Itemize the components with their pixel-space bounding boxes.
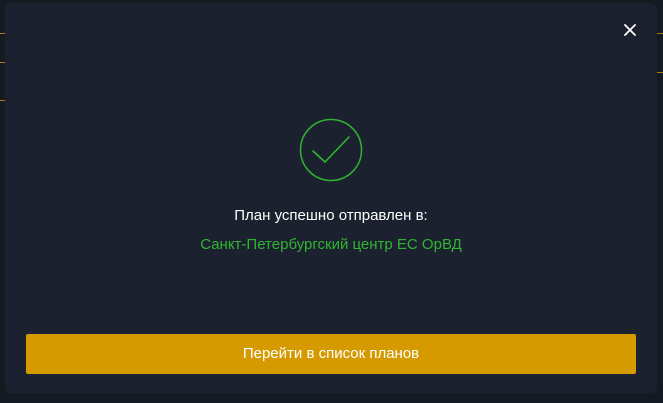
close-button[interactable]	[621, 21, 639, 39]
success-message: План успешно отправлен в:	[234, 207, 428, 224]
destination-name: Санкт-Петербургский центр ЕС ОрВД	[200, 236, 462, 253]
check-circle-icon	[299, 118, 363, 182]
go-to-plans-button[interactable]: Перейти в список планов	[26, 334, 636, 374]
success-dialog: План успешно отправлен в: Санкт-Петербур…	[5, 3, 657, 393]
close-icon	[624, 24, 636, 36]
